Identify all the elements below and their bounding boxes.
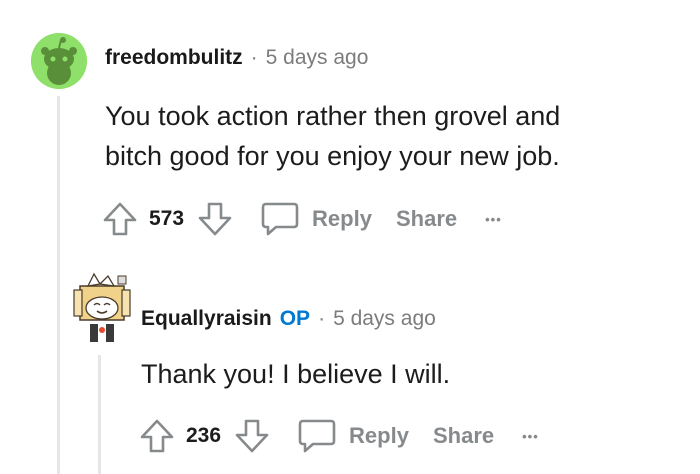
timestamp[interactable]: 5 days ago (333, 307, 436, 331)
comment-header: freedombulitz · 5 days ago (105, 46, 368, 70)
downvote-icon (235, 419, 269, 453)
comment-body-line: Thank you! I believe I will. (141, 359, 451, 389)
thread-line-1[interactable] (57, 96, 60, 474)
more-options-button[interactable]: ••• (485, 212, 502, 227)
downvote-icon (198, 202, 232, 236)
downvote-button[interactable] (196, 200, 234, 238)
more-options-button[interactable]: ••• (522, 429, 539, 444)
vote-count: 573 (149, 207, 185, 230)
username[interactable]: freedombulitz (105, 46, 243, 70)
upvote-button[interactable] (101, 200, 139, 238)
comment-actions: 236 Reply Share ••• (138, 417, 539, 455)
timestamp[interactable]: 5 days ago (266, 46, 369, 70)
upvote-button[interactable] (138, 417, 176, 455)
op-badge: OP (279, 307, 311, 330)
upvote-icon (103, 202, 137, 236)
comment-bubble-icon (298, 419, 336, 453)
reply-label: Reply (312, 206, 372, 231)
reply-button[interactable]: Reply (260, 200, 372, 238)
comment-body-line: bitch good for you enjoy your new job. (105, 141, 560, 171)
downvote-button[interactable] (233, 417, 271, 455)
snoo-avatar-icon (73, 272, 131, 342)
vote-count: 236 (186, 424, 222, 447)
upvote-icon (140, 419, 174, 453)
reply-button[interactable]: Reply (297, 417, 409, 455)
avatar[interactable] (31, 33, 87, 89)
avatar[interactable] (70, 270, 132, 346)
snoo-avatar-icon (31, 33, 87, 89)
comment-body-line: You took action rather then grovel and (105, 101, 561, 131)
share-button[interactable]: Share (396, 206, 457, 232)
separator: · (318, 307, 326, 330)
separator: · (250, 46, 258, 69)
comment-body: You took action rather then grovel and b… (105, 96, 560, 176)
comment-body: Thank you! I believe I will. (141, 354, 450, 394)
reply-label: Reply (349, 423, 409, 448)
comment-bubble-icon (261, 202, 299, 236)
share-button[interactable]: Share (433, 423, 494, 449)
username[interactable]: Equallyraisin (141, 307, 272, 331)
comment-header: Equallyraisin OP · 5 days ago (141, 307, 436, 331)
thread-line-2[interactable] (98, 355, 101, 474)
comment-actions: 573 Reply Share ••• (101, 200, 502, 238)
